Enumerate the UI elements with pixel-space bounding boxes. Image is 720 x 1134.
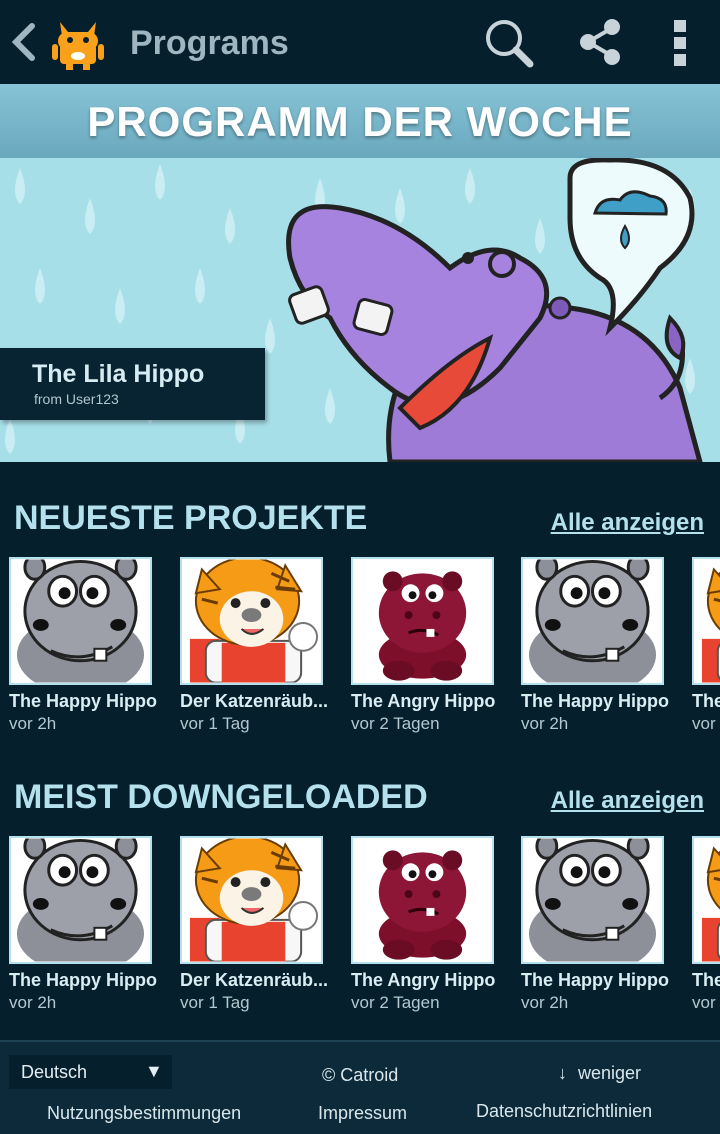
terms-link[interactable]: Nutzungsbestimmungen (47, 1103, 241, 1124)
project-time: vor 2h (521, 993, 569, 1012)
project-thumbnail (180, 557, 323, 685)
project-thumbnail (9, 836, 152, 964)
project-name: The Happy Hippo (521, 691, 669, 711)
project-name: The Angry Hippo (351, 691, 496, 711)
back-arrow-icon[interactable] (8, 22, 40, 62)
arrow-down-icon: ↓ (558, 1063, 567, 1083)
privacy-link[interactable]: Datenschutzrichtlinien (476, 1101, 652, 1122)
project-time: vor 2 Tagen (351, 993, 440, 1012)
show-less-label: weniger (578, 1063, 642, 1083)
most-downloaded-row[interactable]: The Happy Hippo vor 2h Der Katzenräub...… (0, 836, 720, 1016)
project-time: vor (692, 993, 716, 1012)
copyright-text: © Catroid (322, 1065, 399, 1085)
project-time: vor 2h (9, 714, 57, 733)
search-icon[interactable] (482, 16, 534, 68)
project-thumbnail (351, 557, 494, 685)
project-thumbnail (180, 836, 323, 964)
project-time: vor (692, 714, 716, 733)
language-value: Deutsch (21, 1062, 88, 1082)
project-time: vor 2 Tagen (351, 714, 440, 733)
dropdown-arrow-icon: ▼ (145, 1061, 163, 1081)
featured-program[interactable]: PROGRAMM DER WOCHE The Lila Hippo from U… (0, 84, 720, 462)
project-name: The Happy Hippo (521, 970, 669, 990)
app-bar: Programs (0, 0, 720, 84)
project-thumbnail (521, 836, 664, 964)
project-name: The Happy Hippo (9, 970, 157, 990)
project-thumbnail (9, 557, 152, 685)
project-thumbnail (692, 836, 720, 964)
featured-banner-title: PROGRAMM DER WOCHE (87, 98, 633, 145)
project-name: The (692, 970, 720, 990)
featured-title: The Lila Hippo (32, 360, 205, 388)
project-thumbnail (521, 557, 664, 685)
section-title-newest: NEUESTE PROJEKTE (14, 499, 368, 537)
footer: Deutsch ▼ © Catroid ↓ weniger Nutzungsbe… (0, 1040, 720, 1134)
app-title: Programs (130, 24, 289, 62)
show-less-toggle[interactable]: ↓ weniger (558, 1063, 641, 1084)
section-title-most-downloaded: MEIST DOWNGELOADED (14, 778, 428, 816)
project-thumbnail (351, 836, 494, 964)
language-select[interactable]: Deutsch ▼ (9, 1055, 172, 1089)
see-all-most-downloaded-link[interactable]: Alle anzeigen (551, 787, 704, 815)
imprint-link[interactable]: Impressum (318, 1103, 407, 1124)
share-icon[interactable] (574, 16, 626, 68)
catroid-logo-icon[interactable] (50, 14, 106, 70)
project-name: The Angry Hippo (351, 970, 496, 990)
newest-projects-row[interactable]: The Happy Hippo vor 2h Der Katzenräub...… (0, 557, 720, 737)
project-name: Der Katzenräub... (180, 691, 329, 711)
project-time: vor 1 Tag (180, 993, 250, 1012)
lila-hippo-illustration (286, 158, 703, 462)
featured-label[interactable]: The Lila Hippo from User123 (0, 348, 265, 420)
project-name: The Happy Hippo (9, 691, 157, 711)
project-name: Der Katzenräub... (180, 970, 329, 990)
featured-banner: PROGRAMM DER WOCHE (0, 84, 720, 158)
project-thumbnail (692, 557, 720, 685)
featured-author: from User123 (34, 391, 119, 407)
more-vert-icon[interactable] (664, 16, 716, 68)
see-all-newest-link[interactable]: Alle anzeigen (551, 509, 704, 537)
project-time: vor 2h (521, 714, 569, 733)
project-name: The (692, 691, 720, 711)
project-time: vor 1 Tag (180, 714, 250, 733)
project-time: vor 2h (9, 993, 57, 1012)
